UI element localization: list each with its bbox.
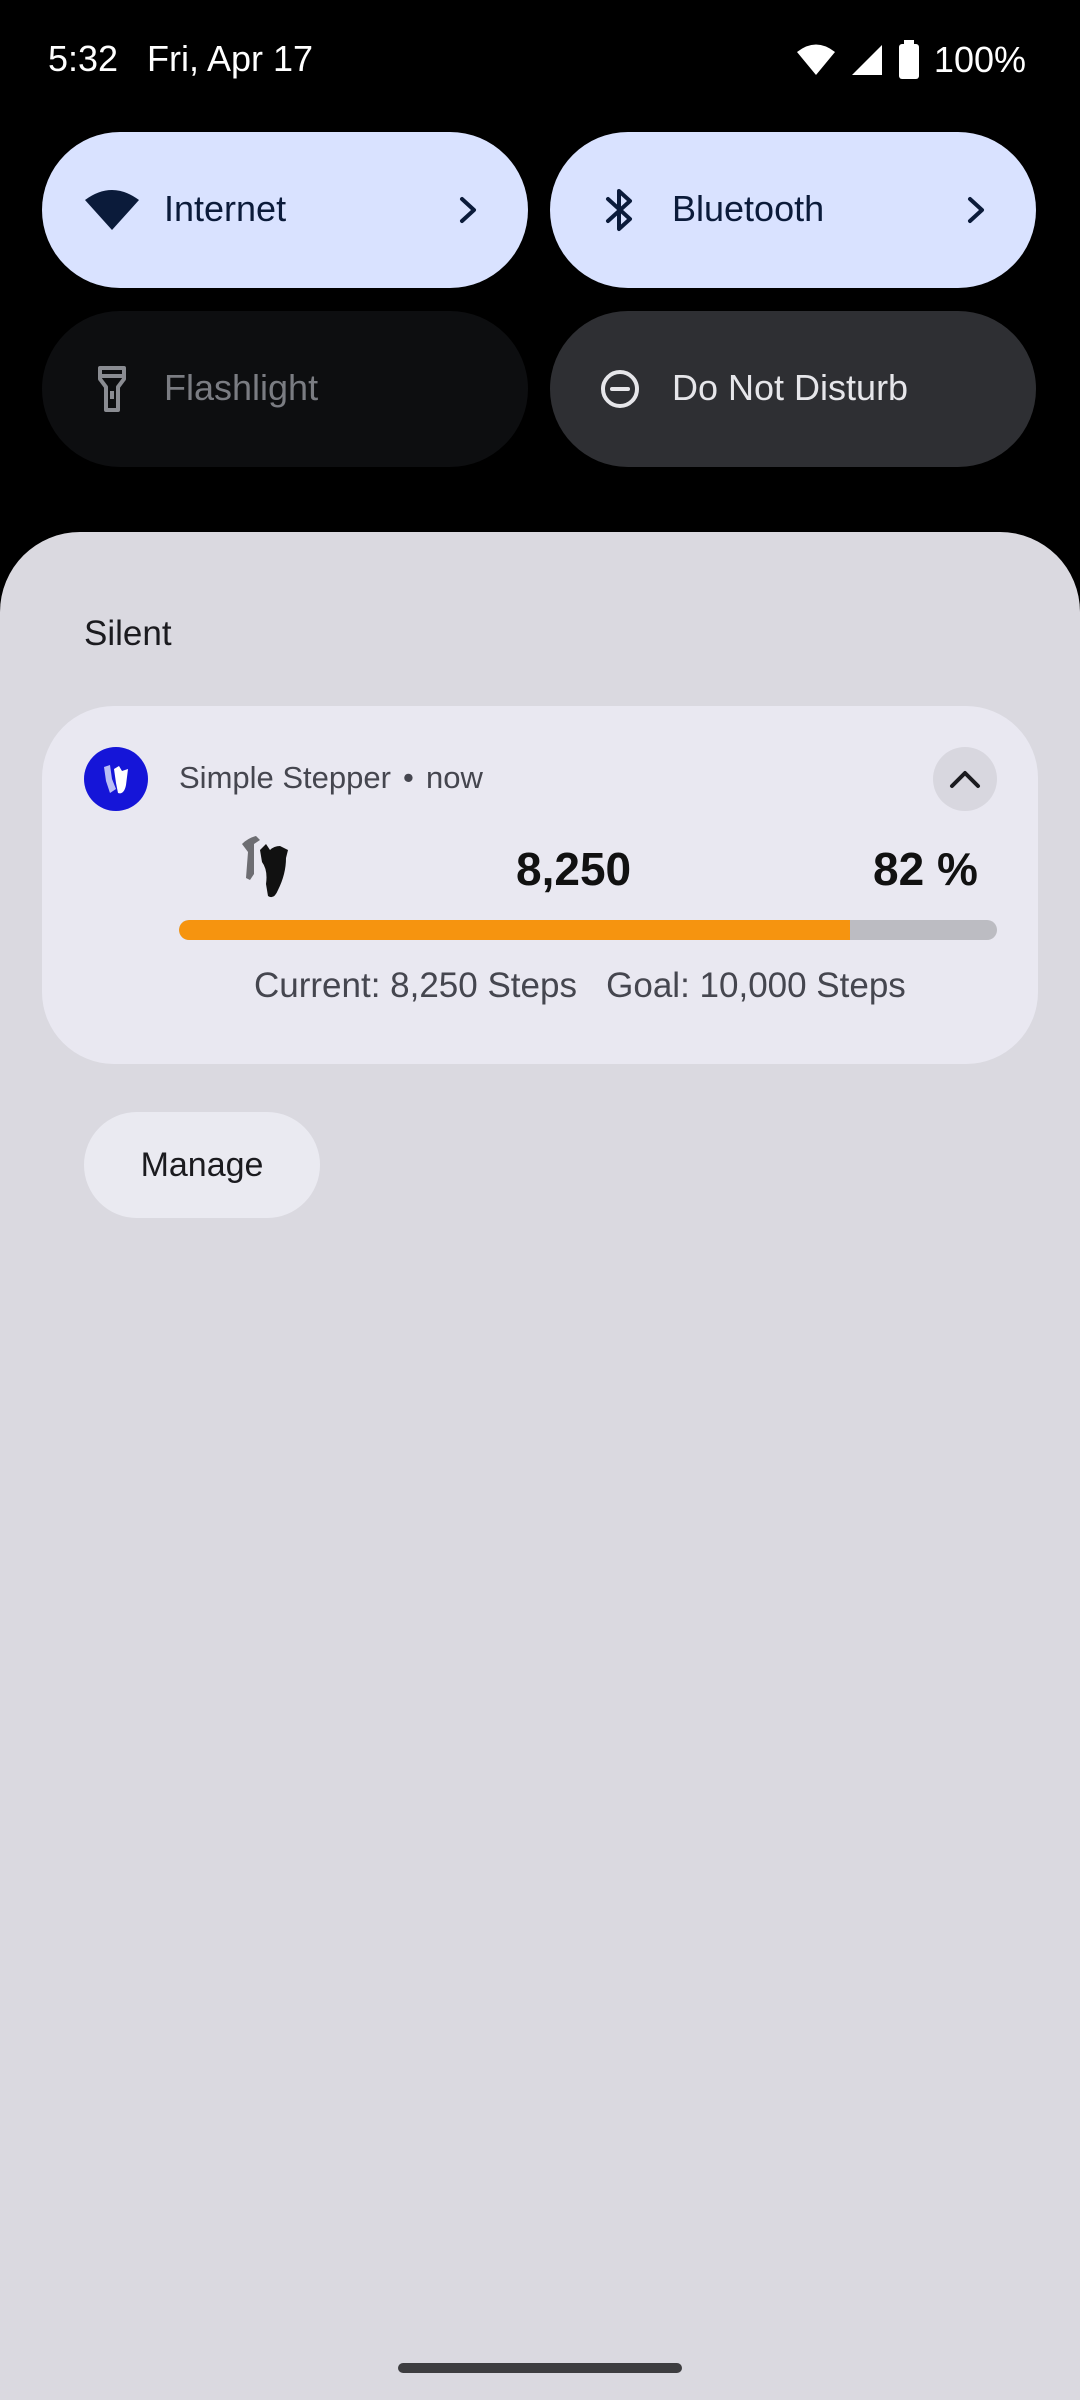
chevron-right-icon: [954, 188, 998, 232]
tile-flashlight[interactable]: Flashlight: [42, 311, 528, 467]
tile-bluetooth[interactable]: Bluetooth: [550, 132, 1036, 288]
step-progress-bar: [179, 920, 997, 940]
footsteps-icon: [242, 836, 288, 898]
flashlight-icon: [82, 359, 142, 419]
chevron-up-icon: [950, 771, 980, 788]
app-name: Simple Stepper: [179, 760, 391, 795]
battery-icon: [898, 40, 919, 79]
status-date: Fri, Apr 17: [147, 38, 314, 79]
tile-bluetooth-label: Bluetooth: [672, 188, 825, 229]
chevron-right-icon: [446, 188, 490, 232]
bluetooth-icon: [590, 180, 650, 240]
manage-button[interactable]: Manage: [84, 1112, 320, 1218]
step-progress-fill: [179, 920, 850, 940]
tile-flashlight-label: Flashlight: [164, 367, 319, 408]
step-summary: Current: 8,250 Steps Goal: 10,000 Steps: [254, 966, 906, 1006]
tile-do-not-disturb-label: Do Not Disturb: [672, 367, 909, 408]
battery-percent: 100%: [933, 39, 1026, 80]
wifi-icon: [796, 44, 835, 75]
status-time: 5:32: [48, 38, 119, 79]
do-not-disturb-icon: [590, 359, 650, 419]
app-name-separator: •: [403, 760, 414, 795]
wifi-icon: [82, 180, 142, 240]
step-count: 8,250: [516, 843, 632, 895]
app-icon: [84, 747, 148, 811]
tile-internet[interactable]: Internet: [42, 132, 528, 288]
status-bar: 5:32 Fri, Apr 17 100%: [0, 0, 1080, 124]
collapse-button[interactable]: [933, 747, 997, 811]
step-percent: 82 %: [873, 843, 978, 895]
status-icons: 100%: [796, 38, 1026, 82]
section-label-silent: Silent: [84, 614, 172, 653]
home-indicator[interactable]: [398, 2363, 682, 2373]
goal-steps-text: Goal: 10,000 Steps: [606, 966, 906, 1005]
tile-internet-label: Internet: [164, 188, 287, 229]
notification-time: now: [426, 760, 483, 795]
current-steps-text: Current: 8,250 Steps: [254, 966, 577, 1005]
tile-do-not-disturb[interactable]: Do Not Disturb: [550, 311, 1036, 467]
cell-signal-icon: [851, 45, 882, 75]
footprint-icon: [104, 765, 128, 794]
